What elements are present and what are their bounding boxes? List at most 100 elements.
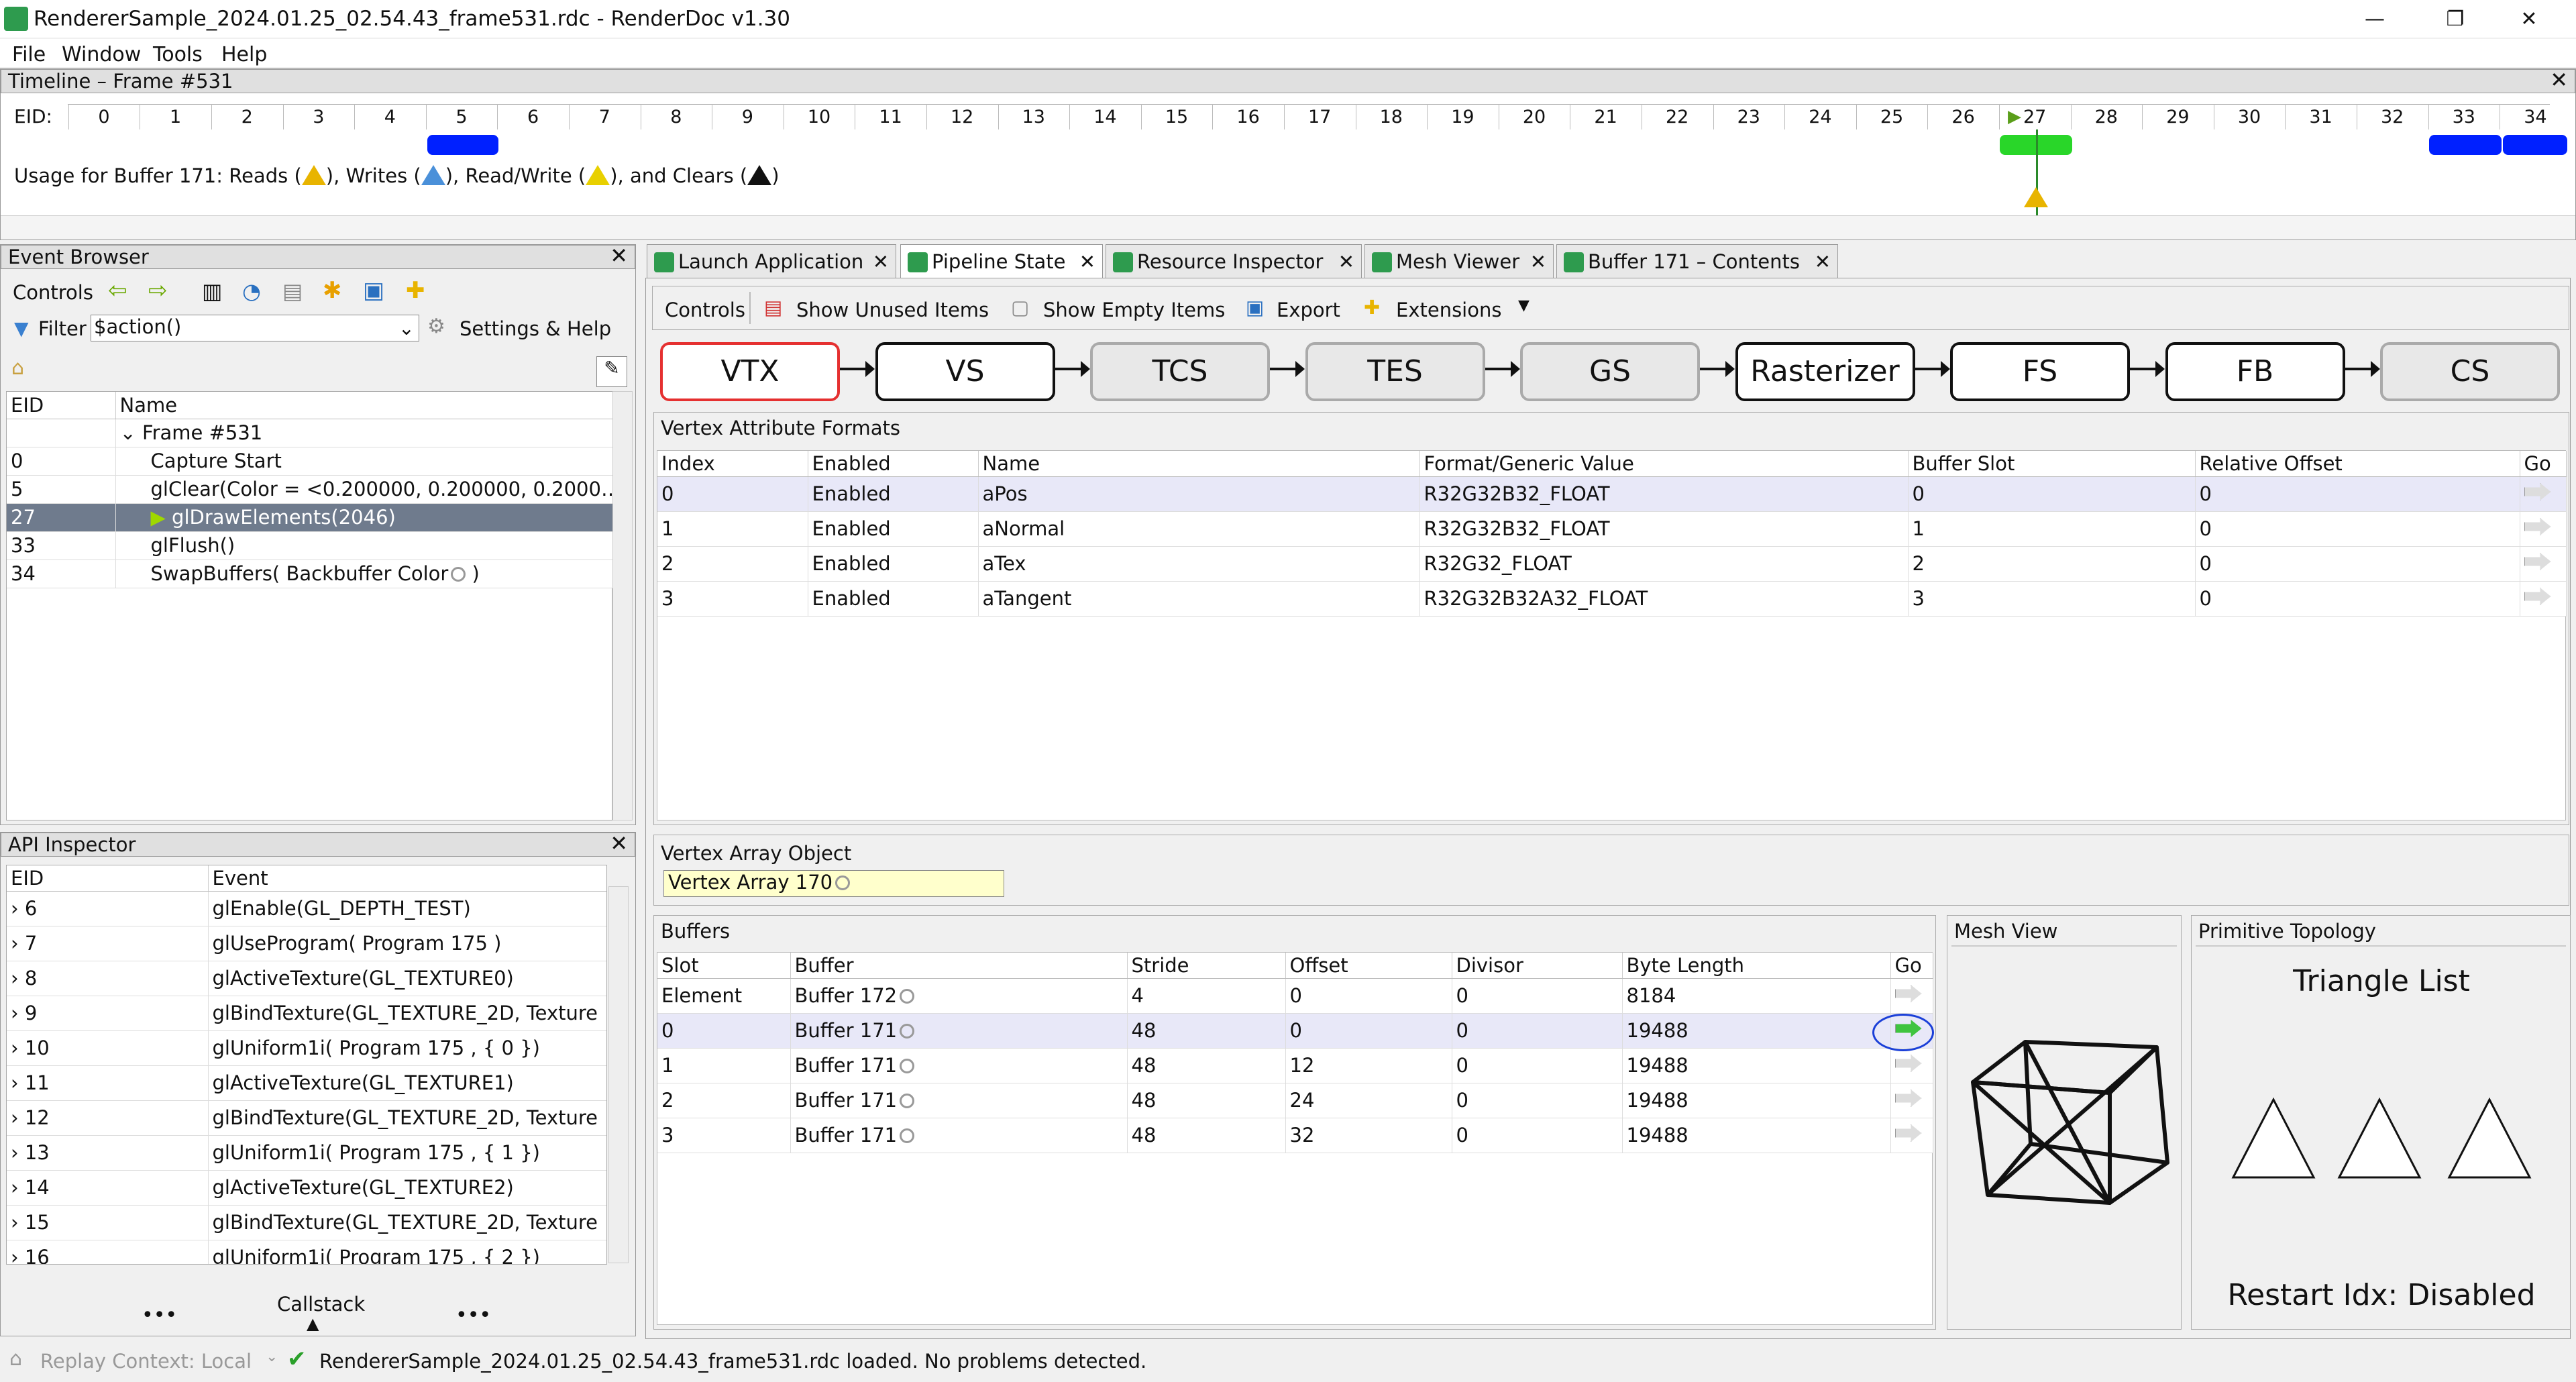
restore-button[interactable]: ❐ xyxy=(2428,3,2482,36)
chevron-right-icon[interactable]: › xyxy=(11,897,19,920)
col-name-header[interactable]: Name xyxy=(115,392,613,419)
go-arrow-icon[interactable] xyxy=(2524,553,2551,570)
buffer-col-header[interactable]: Slot xyxy=(657,953,791,979)
close-icon[interactable]: ✕ xyxy=(873,250,889,273)
chevron-down-icon[interactable]: ⌄ xyxy=(266,1348,278,1365)
timeline-usage-marker-33[interactable] xyxy=(2429,135,2502,155)
chevron-right-icon[interactable]: › xyxy=(11,1071,19,1094)
menu-tools[interactable]: Tools xyxy=(153,43,203,66)
menu-file[interactable]: File xyxy=(12,43,46,66)
stage-gs-button[interactable]: GS xyxy=(1520,342,1700,401)
table-row[interactable]: 3 Buffer 171 48 32 0 19488 xyxy=(657,1118,1933,1153)
chevron-right-icon[interactable]: › xyxy=(11,1036,19,1059)
table-row[interactable]: Element Buffer 172 4 0 0 8184 xyxy=(657,978,1933,1014)
home-icon[interactable]: ⌂ xyxy=(11,356,24,380)
table-row[interactable]: ⌄ Frame #531 xyxy=(7,419,613,447)
table-row[interactable]: 3 Enabled aTangent R32G32B32A32_FLOAT 3 0 xyxy=(657,581,2567,617)
go-arrow-icon[interactable] xyxy=(2524,588,2551,605)
export-button[interactable]: Export xyxy=(1277,299,1340,321)
menu-window[interactable]: Window xyxy=(62,43,141,66)
buffer-col-header[interactable]: Buffer xyxy=(790,953,1128,979)
minimize-button[interactable]: — xyxy=(2348,3,2402,36)
table-row[interactable]: 2 Buffer 171 48 24 0 19488 xyxy=(657,1083,1933,1118)
event-scrollbar[interactable] xyxy=(612,391,633,820)
col-eid-header[interactable]: EID xyxy=(7,865,209,892)
more-icon[interactable]: ••• xyxy=(142,1304,177,1327)
go-arrow-icon[interactable] xyxy=(2524,483,2551,500)
timer-icon[interactable]: ◔ xyxy=(242,278,261,304)
chevron-down-icon[interactable]: ⌄ xyxy=(398,317,415,339)
go-arrow-icon[interactable] xyxy=(1894,1055,1922,1072)
table-row[interactable]: 2 Enabled aTex R32G32_FLOAT 2 0 xyxy=(657,546,2567,582)
more-icon[interactable]: ••• xyxy=(455,1304,491,1327)
replay-context[interactable]: Replay Context: Local xyxy=(40,1350,252,1373)
show-empty-button[interactable]: Show Empty Items xyxy=(1043,299,1225,321)
table-row[interactable]: › 7 glUseProgram( Program 175 ) xyxy=(7,926,606,961)
menu-help[interactable]: Help xyxy=(221,43,267,66)
table-row[interactable]: › 12 glBindTexture(GL_TEXTURE_2D, Texture xyxy=(7,1100,606,1136)
tab-pipeline-state[interactable]: Pipeline State ✕ xyxy=(900,244,1103,279)
chart-icon[interactable]: ▤ xyxy=(282,278,303,304)
va-col-header[interactable]: Buffer Slot xyxy=(1908,451,2196,477)
table-row[interactable]: › 9 glBindTexture(GL_TEXTURE_2D, Texture xyxy=(7,996,606,1031)
table-row[interactable]: 34 SwapBuffers( Backbuffer Color ) xyxy=(7,560,613,588)
va-col-header[interactable]: Index xyxy=(657,451,808,477)
close-icon[interactable]: ✕ xyxy=(1079,250,1095,273)
close-icon[interactable]: ✕ xyxy=(2550,68,2568,91)
stage-cs-button[interactable]: CS xyxy=(2380,342,2560,401)
callstack-label[interactable]: Callstack xyxy=(277,1293,365,1316)
close-icon[interactable]: ✕ xyxy=(610,244,628,267)
chevron-right-icon[interactable]: › xyxy=(11,932,19,955)
close-icon[interactable]: ✕ xyxy=(1338,250,1354,273)
link-icon[interactable] xyxy=(835,875,851,890)
table-row[interactable]: 0 Capture Start xyxy=(7,447,613,476)
bookmark-icon[interactable]: ✱ xyxy=(323,277,342,304)
va-col-header[interactable]: Name xyxy=(978,451,1420,477)
table-row[interactable]: 33 glFlush() xyxy=(7,531,613,560)
va-col-header[interactable]: Go xyxy=(2520,451,2567,477)
stage-fb-button[interactable]: FB xyxy=(2165,342,2345,401)
table-row[interactable]: 1 Enabled aNormal R32G32B32_FLOAT 1 0 xyxy=(657,511,2567,547)
chevron-right-icon[interactable]: › xyxy=(11,1211,19,1234)
buffer-col-header[interactable]: Go xyxy=(1890,953,1933,979)
go-arrow-icon[interactable] xyxy=(1894,1124,1922,1142)
settings-help-button[interactable]: Settings & Help xyxy=(460,317,611,340)
stage-tes-button[interactable]: TES xyxy=(1305,342,1485,401)
tab-resource-inspector[interactable]: Resource Inspector ✕ xyxy=(1106,244,1362,279)
api-scrollbar[interactable] xyxy=(608,886,629,1263)
forward-arrow-icon[interactable]: ⇨ xyxy=(148,277,168,304)
extensions-button[interactable]: Extensions xyxy=(1396,299,1501,321)
stage-fs-button[interactable]: FS xyxy=(1950,342,2130,401)
find-icon[interactable]: ▥ xyxy=(202,278,222,304)
link-icon[interactable] xyxy=(451,567,466,582)
va-col-header[interactable]: Enabled xyxy=(808,451,979,477)
va-col-header[interactable]: Relative Offset xyxy=(2195,451,2520,477)
tab-mesh-viewer[interactable]: Mesh Viewer ✕ xyxy=(1364,244,1554,279)
link-icon[interactable] xyxy=(900,1094,915,1108)
chevron-right-icon[interactable]: › xyxy=(11,967,19,990)
stage-tcs-button[interactable]: TCS xyxy=(1090,342,1270,401)
notes-icon[interactable]: ✎ xyxy=(596,356,627,387)
stage-vs-button[interactable]: VS xyxy=(875,342,1055,401)
buffer-col-header[interactable]: Byte Length xyxy=(1622,953,1891,979)
chevron-right-icon[interactable]: › xyxy=(11,1141,19,1164)
link-icon[interactable] xyxy=(900,1024,915,1039)
close-icon[interactable]: ✕ xyxy=(1530,250,1546,273)
back-arrow-icon[interactable]: ⇦ xyxy=(108,277,127,304)
table-row[interactable]: › 15 glBindTexture(GL_TEXTURE_2D, Texture xyxy=(7,1205,606,1240)
chevron-right-icon[interactable]: › xyxy=(11,1002,19,1024)
timeline-usage-marker-5[interactable] xyxy=(427,135,498,155)
go-arrow-icon[interactable] xyxy=(2524,518,2551,535)
chevron-right-icon[interactable]: › xyxy=(11,1106,19,1129)
table-row[interactable]: 5 glClear(Color = <0.200000, 0.200000, 0.… xyxy=(7,475,613,504)
dropdown-arrow-icon[interactable]: ▼ xyxy=(1518,297,1529,314)
buffer-col-header[interactable]: Divisor xyxy=(1452,953,1623,979)
close-icon[interactable]: ✕ xyxy=(610,832,628,855)
close-window-button[interactable]: ✕ xyxy=(2502,3,2556,36)
buffer-col-header[interactable]: Stride xyxy=(1127,953,1286,979)
go-arrow-icon[interactable] xyxy=(1894,1089,1922,1107)
vao-value-field[interactable]: Vertex Array 170 xyxy=(663,870,1004,897)
chevron-right-icon[interactable]: › xyxy=(11,1176,19,1199)
col-event-header[interactable]: Event xyxy=(208,865,606,892)
col-eid-header[interactable]: EID xyxy=(7,392,116,419)
